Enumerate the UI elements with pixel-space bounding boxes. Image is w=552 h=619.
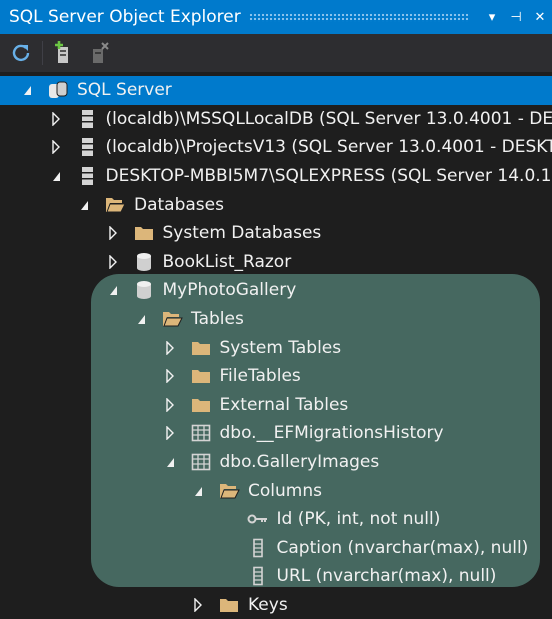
refresh-icon (10, 42, 32, 64)
tree-node[interactable]: (localdb)\MSSQLLocalDB (SQL Server 13.0.… (0, 105, 552, 134)
expanded-arrow-icon[interactable] (165, 455, 175, 469)
tree-node-label: BookList_Razor (163, 252, 292, 272)
collapsed-arrow-icon[interactable] (165, 426, 175, 440)
expanded-arrow-icon[interactable] (79, 198, 89, 212)
tree-node[interactable]: FileTables (0, 362, 552, 391)
tree-node[interactable]: Caption (nvarchar(max), null) (0, 534, 552, 563)
tree-node[interactable]: Databases (0, 190, 552, 219)
sql-server-icon (47, 80, 69, 100)
folder-icon (190, 366, 212, 386)
tree-node-label: dbo.__EFMigrationsHistory (220, 423, 444, 443)
tree-node-label: Tables (191, 309, 244, 329)
tree-node[interactable]: System Tables (0, 333, 552, 362)
tree-node[interactable]: Tables (0, 305, 552, 334)
tree-node[interactable]: DESKTOP-MBBI5M7\SQLEXPRESS (SQL Server 1… (0, 162, 552, 191)
collapsed-arrow-icon[interactable] (165, 398, 175, 412)
expanded-arrow-icon[interactable] (108, 283, 118, 297)
tree-node[interactable]: dbo.GalleryImages (0, 448, 552, 477)
title-bar: SQL Server Object Explorer ▾ ⊣ ✕ (0, 0, 552, 34)
tree-node-label: Databases (134, 195, 224, 215)
tree-spacer (222, 569, 232, 583)
collapsed-arrow-icon[interactable] (165, 341, 175, 355)
database-icon (133, 252, 155, 272)
tree-node-label: System Databases (163, 223, 322, 243)
dropdown-icon[interactable]: ▾ (480, 10, 504, 25)
tree-spacer (222, 512, 232, 526)
tree-node[interactable]: (localdb)\ProjectsV13 (SQL Server 13.0.4… (0, 133, 552, 162)
tree-node[interactable]: Keys (0, 591, 552, 619)
folder-open-icon (218, 481, 240, 501)
tree-node-label: Id (PK, int, not null) (277, 509, 441, 529)
tree-node[interactable]: Columns (0, 476, 552, 505)
column-icon (247, 566, 269, 586)
disconnect-icon (89, 41, 111, 65)
column-icon (247, 538, 269, 558)
object-explorer-tree: SQL Server (localdb)\MSSQLLocalDB (SQL Se… (0, 76, 552, 612)
folder-open-icon (161, 309, 183, 329)
tree-node[interactable]: BookList_Razor (0, 248, 552, 277)
server-icon (76, 166, 98, 186)
collapsed-arrow-icon[interactable] (51, 112, 61, 126)
close-icon[interactable]: ✕ (528, 10, 552, 25)
expanded-arrow-icon[interactable] (136, 312, 146, 326)
tree-node[interactable]: External Tables (0, 391, 552, 420)
table-icon (190, 452, 212, 472)
tree-node-label: Caption (nvarchar(max), null) (277, 538, 529, 558)
toolbar-separator (42, 41, 43, 65)
tree-node[interactable]: Id (PK, int, not null) (0, 505, 552, 534)
folder-icon (218, 595, 240, 615)
pin-icon[interactable]: ⊣ (504, 10, 528, 25)
tree-node-label: External Tables (220, 395, 349, 415)
tree-node[interactable]: MyPhotoGallery (0, 276, 552, 305)
tree-node-label: DESKTOP-MBBI5M7\SQLEXPRESS (SQL Server 1… (106, 166, 552, 186)
tree-node-label: SQL Server (77, 80, 172, 100)
database-icon (133, 280, 155, 300)
collapsed-arrow-icon[interactable] (165, 369, 175, 383)
collapsed-arrow-icon[interactable] (108, 226, 118, 240)
add-server-icon (53, 41, 75, 65)
tree-node-label: Keys (248, 595, 288, 615)
tree-node-label: URL (nvarchar(max), null) (277, 566, 497, 586)
expanded-arrow-icon[interactable] (51, 169, 61, 183)
collapsed-arrow-icon[interactable] (108, 255, 118, 269)
expanded-arrow-icon[interactable] (193, 484, 203, 498)
window-title: SQL Server Object Explorer (0, 7, 241, 27)
disconnect-button[interactable] (85, 38, 115, 68)
tree-node[interactable]: SQL Server (0, 76, 552, 105)
expanded-arrow-icon[interactable] (22, 83, 32, 97)
tree-spacer (222, 541, 232, 555)
tree-node-label: System Tables (220, 338, 342, 358)
tree-node[interactable]: dbo.__EFMigrationsHistory (0, 419, 552, 448)
tree-node-label: FileTables (220, 366, 301, 386)
collapsed-arrow-icon[interactable] (193, 598, 203, 612)
toolbar (0, 34, 552, 72)
collapsed-arrow-icon[interactable] (51, 140, 61, 154)
folder-icon (190, 395, 212, 415)
server-icon (76, 137, 98, 157)
tree-node-label: (localdb)\MSSQLLocalDB (SQL Server 13.0.… (106, 109, 552, 129)
table-icon (190, 423, 212, 443)
add-sql-server-button[interactable] (49, 38, 79, 68)
tree-node-label: dbo.GalleryImages (220, 452, 380, 472)
tree-node-label: Columns (248, 481, 322, 501)
folder-icon (133, 223, 155, 243)
folder-icon (190, 338, 212, 358)
tree-node[interactable]: System Databases (0, 219, 552, 248)
tree-node[interactable]: URL (nvarchar(max), null) (0, 562, 552, 591)
tree-node-label: MyPhotoGallery (163, 280, 297, 300)
folder-open-icon (104, 195, 126, 215)
server-icon (76, 109, 98, 129)
refresh-button[interactable] (6, 38, 36, 68)
tree-node-label: (localdb)\ProjectsV13 (SQL Server 13.0.4… (106, 137, 552, 157)
drag-grip[interactable] (249, 13, 470, 22)
key-icon (247, 509, 269, 529)
